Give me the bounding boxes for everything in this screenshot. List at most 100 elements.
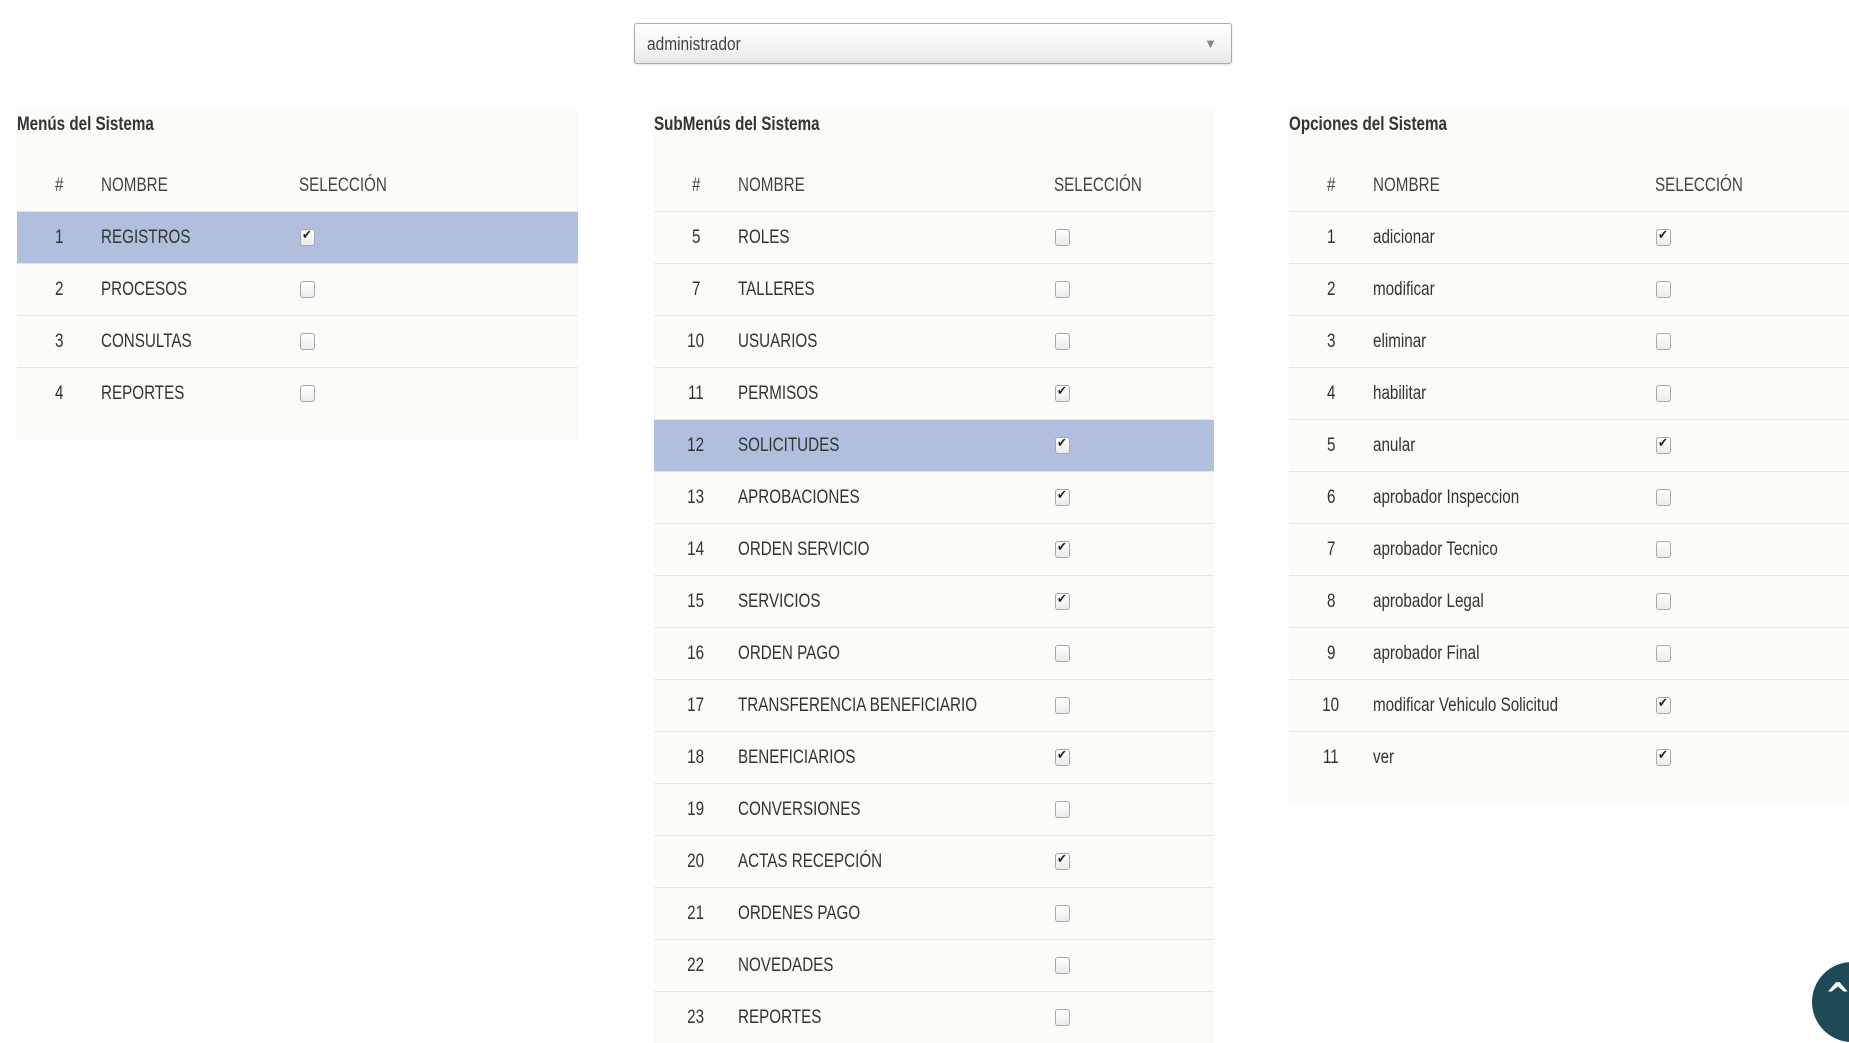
selection-checkbox[interactable] — [1055, 280, 1070, 298]
selection-checkbox[interactable] — [1656, 280, 1671, 298]
table-row[interactable]: 9 aprobador Final — [1289, 627, 1849, 680]
table-row[interactable]: 4 habilitar — [1289, 367, 1849, 420]
selection-checkbox[interactable] — [1055, 696, 1070, 714]
selection-checkbox[interactable] — [300, 332, 315, 350]
menus-table: # NOMBRE SELECCIÓN 1 REGISTROS 2 PROCESOS 3 C… — [17, 160, 578, 419]
selection-checkbox[interactable] — [1656, 592, 1671, 610]
table-row[interactable]: 10 modificar Vehiculo Solicitud — [1289, 679, 1849, 732]
selection-checkbox[interactable] — [1055, 488, 1070, 506]
row-name: TRANSFERENCIA BENEFICIARIO — [738, 694, 978, 716]
table-row[interactable]: 2 modificar — [1289, 263, 1849, 316]
row-number: 19 — [687, 798, 705, 820]
table-row[interactable]: 3 CONSULTAS — [17, 315, 578, 368]
options-header-row: # NOMBRE SELECCIÓN — [1289, 160, 1849, 212]
selection-checkbox[interactable] — [300, 384, 315, 402]
table-row[interactable]: 20 ACTAS RECEPCIÓN — [654, 835, 1214, 888]
row-number: 3 — [54, 330, 64, 352]
table-row[interactable]: 8 aprobador Legal — [1289, 575, 1849, 628]
table-row[interactable]: 19 CONVERSIONES — [654, 783, 1214, 836]
table-row[interactable]: 23 REPORTES — [654, 991, 1214, 1043]
row-number: 9 — [1326, 642, 1336, 664]
row-name: ver — [1373, 746, 1395, 768]
selection-checkbox[interactable] — [1055, 644, 1070, 662]
table-row[interactable]: 3 eliminar — [1289, 315, 1849, 368]
row-name: anular — [1373, 434, 1416, 456]
table-row[interactable]: 2 PROCESOS — [17, 263, 578, 316]
scroll-to-top-button[interactable]: ^ — [1812, 962, 1849, 1042]
selection-checkbox[interactable] — [300, 228, 315, 246]
table-row[interactable]: 17 TRANSFERENCIA BENEFICIARIO — [654, 679, 1214, 732]
selection-checkbox[interactable] — [1055, 592, 1070, 610]
table-row[interactable]: 6 aprobador Inspeccion — [1289, 471, 1849, 524]
selection-checkbox[interactable] — [1656, 488, 1671, 506]
row-number: 15 — [687, 590, 705, 612]
menus-header-num: # — [54, 174, 64, 196]
row-number: 1 — [1326, 226, 1336, 248]
selection-checkbox[interactable] — [1656, 332, 1671, 350]
row-number: 11 — [1323, 746, 1339, 768]
chevron-down-icon: ▼ — [1204, 36, 1217, 51]
row-name: modificar Vehiculo Solicitud — [1373, 694, 1559, 716]
table-row[interactable]: 11 ver — [1289, 731, 1849, 783]
permissions-page: administrador ▼ Menús del Sistema # NOMB… — [0, 0, 1849, 1043]
selection-checkbox[interactable] — [1055, 800, 1070, 818]
selection-checkbox[interactable] — [1656, 696, 1671, 714]
selection-checkbox[interactable] — [1055, 436, 1070, 454]
row-name: modificar — [1373, 278, 1435, 300]
table-row[interactable]: 21 ORDENES PAGO — [654, 887, 1214, 940]
table-row[interactable]: 14 ORDEN SERVICIO — [654, 523, 1214, 576]
row-name: adicionar — [1373, 226, 1435, 248]
table-row[interactable]: 10 USUARIOS — [654, 315, 1214, 368]
selection-checkbox[interactable] — [1656, 436, 1671, 454]
selection-checkbox[interactable] — [1656, 540, 1671, 558]
row-name: PERMISOS — [738, 382, 819, 404]
options-header-name: NOMBRE — [1373, 174, 1440, 196]
submenus-header-row: # NOMBRE SELECCIÓN — [654, 160, 1214, 212]
row-number: 18 — [687, 746, 705, 768]
selection-checkbox[interactable] — [1055, 904, 1070, 922]
row-name: aprobador Tecnico — [1373, 538, 1498, 560]
table-row[interactable]: 1 REGISTROS — [17, 211, 578, 264]
selection-checkbox[interactable] — [1055, 540, 1070, 558]
row-number: 7 — [691, 278, 701, 300]
row-number: 7 — [1326, 538, 1336, 560]
table-row[interactable]: 7 TALLERES — [654, 263, 1214, 316]
row-name: aprobador Final — [1373, 642, 1480, 664]
row-name: TALLERES — [738, 278, 815, 300]
row-name: aprobador Inspeccion — [1373, 486, 1520, 508]
table-row[interactable]: 4 REPORTES — [17, 367, 578, 419]
row-name: APROBACIONES — [738, 486, 860, 508]
table-row[interactable]: 12 SOLICITUDES — [654, 419, 1214, 472]
row-number: 21 — [687, 902, 705, 924]
selection-checkbox[interactable] — [1656, 644, 1671, 662]
table-row[interactable]: 1 adicionar — [1289, 211, 1849, 264]
table-row[interactable]: 15 SERVICIOS — [654, 575, 1214, 628]
table-row[interactable]: 5 ROLES — [654, 211, 1214, 264]
selection-checkbox[interactable] — [1055, 1008, 1070, 1026]
table-row[interactable]: 11 PERMISOS — [654, 367, 1214, 420]
submenus-header-selection: SELECCIÓN — [1054, 174, 1142, 196]
selection-checkbox[interactable] — [1055, 228, 1070, 246]
role-select[interactable]: administrador ▼ — [634, 23, 1232, 64]
row-number: 11 — [688, 382, 704, 404]
selection-checkbox[interactable] — [1055, 384, 1070, 402]
options-table-body: 1 adicionar 2 modificar 3 eliminar 4 habilitar 5… — [1289, 211, 1849, 783]
table-row[interactable]: 16 ORDEN PAGO — [654, 627, 1214, 680]
selection-checkbox[interactable] — [1055, 956, 1070, 974]
selection-checkbox[interactable] — [1656, 748, 1671, 766]
menus-panel: Menús del Sistema # NOMBRE SELECCIÓN 1 RE… — [17, 110, 578, 440]
selection-checkbox[interactable] — [1055, 332, 1070, 350]
selection-checkbox[interactable] — [300, 280, 315, 298]
table-row[interactable]: 18 BENEFICIARIOS — [654, 731, 1214, 784]
selection-checkbox[interactable] — [1055, 852, 1070, 870]
row-name: ACTAS RECEPCIÓN — [738, 850, 883, 872]
submenus-header-name: NOMBRE — [738, 174, 805, 196]
table-row[interactable]: 22 NOVEDADES — [654, 939, 1214, 992]
table-row[interactable]: 7 aprobador Tecnico — [1289, 523, 1849, 576]
selection-checkbox[interactable] — [1656, 384, 1671, 402]
row-name: habilitar — [1373, 382, 1427, 404]
selection-checkbox[interactable] — [1656, 228, 1671, 246]
table-row[interactable]: 13 APROBACIONES — [654, 471, 1214, 524]
selection-checkbox[interactable] — [1055, 748, 1070, 766]
table-row[interactable]: 5 anular — [1289, 419, 1849, 472]
